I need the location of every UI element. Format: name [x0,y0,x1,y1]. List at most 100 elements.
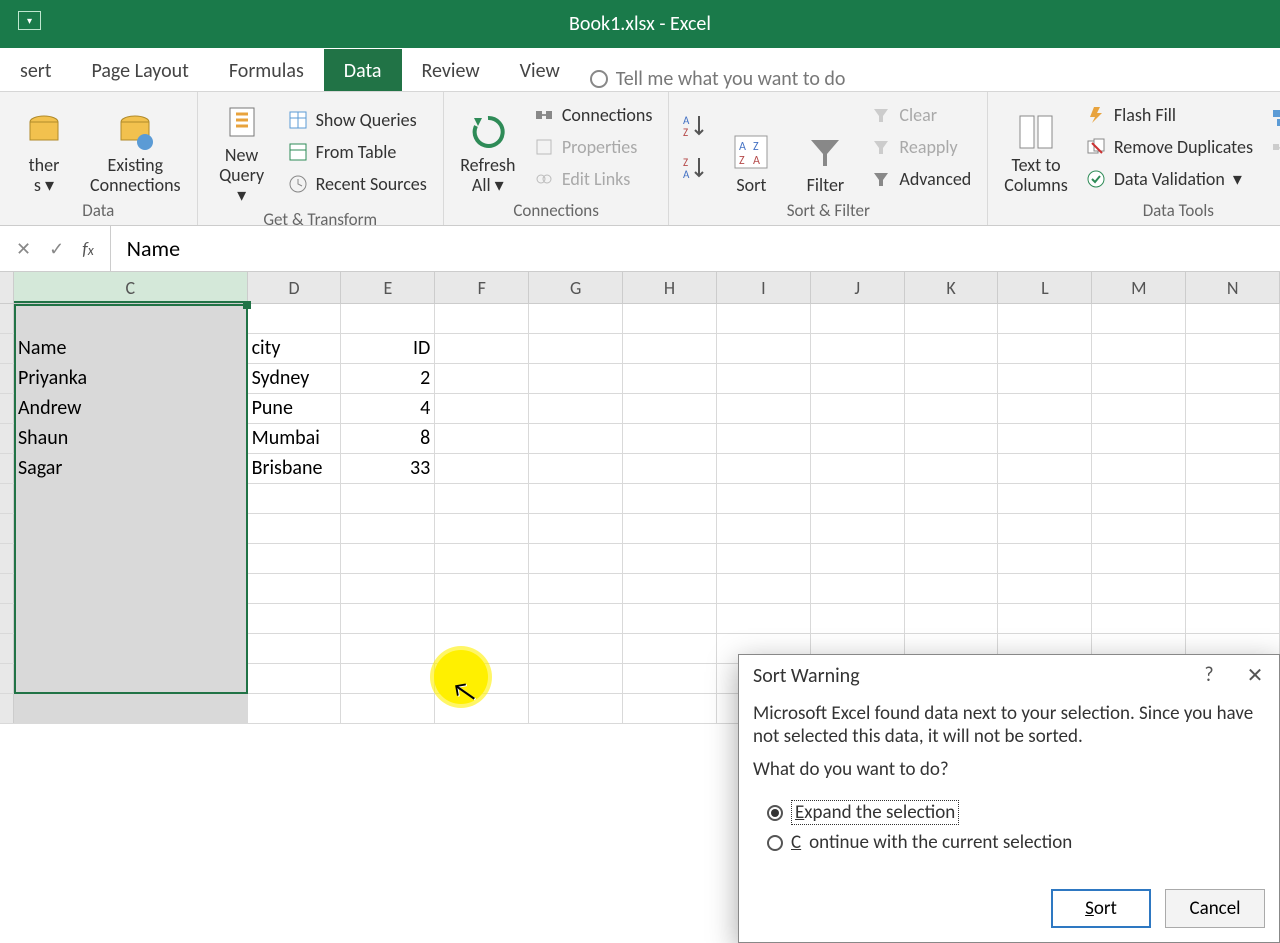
grid-row[interactable] [0,484,1280,514]
cell[interactable] [905,514,999,543]
cell[interactable] [14,544,248,573]
cell[interactable] [341,694,435,723]
sort-button[interactable]: AZZA Sort [719,98,783,196]
tell-me[interactable]: Tell me what you want to do [590,67,846,91]
cell[interactable] [623,514,717,543]
grid-row[interactable]: PriyankaSydney2 [0,364,1280,394]
cell[interactable] [905,334,999,363]
cell[interactable] [435,514,529,543]
col-header-i[interactable]: I [717,272,811,303]
cell[interactable] [623,484,717,513]
cell[interactable] [811,514,905,543]
existing-connections-button[interactable]: Existing Connections [86,98,185,196]
show-queries-button[interactable]: Show Queries [284,107,431,133]
cell[interactable] [1186,424,1280,453]
cell[interactable] [341,604,435,633]
cell[interactable] [905,394,999,423]
cell[interactable] [811,574,905,603]
tab-page-layout[interactable]: Page Layout [71,49,208,91]
cell[interactable] [905,304,999,333]
cell[interactable] [905,574,999,603]
grid-row[interactable] [0,604,1280,634]
cell[interactable] [14,514,248,543]
cell[interactable] [1186,574,1280,603]
cell[interactable] [717,604,811,633]
cell[interactable] [623,364,717,393]
cell[interactable] [1186,484,1280,513]
cell[interactable]: Name [14,334,248,363]
cell[interactable] [435,304,529,333]
cell[interactable] [435,604,529,633]
cell[interactable] [717,454,811,483]
cell[interactable]: city [248,334,342,363]
cell[interactable] [529,634,623,663]
cell[interactable] [1186,454,1280,483]
cell[interactable] [623,304,717,333]
cell[interactable] [1092,574,1186,603]
cell[interactable] [811,484,905,513]
cell[interactable] [435,424,529,453]
cell[interactable] [14,574,248,603]
cell[interactable] [717,334,811,363]
cell[interactable] [529,604,623,633]
cell[interactable] [905,544,999,573]
tab-view[interactable]: View [500,49,580,91]
cell[interactable] [529,484,623,513]
cell[interactable] [905,604,999,633]
cell[interactable] [811,364,905,393]
cell[interactable] [435,364,529,393]
cell[interactable] [717,544,811,573]
cell[interactable]: Andrew [14,394,248,423]
col-header-f[interactable]: F [435,272,529,303]
cell[interactable] [1092,454,1186,483]
col-header-l[interactable]: L [998,272,1092,303]
col-header-c[interactable]: C [14,272,248,303]
cell[interactable] [998,514,1092,543]
cell[interactable]: 2 [341,364,435,393]
cell[interactable] [14,304,248,333]
connections-button[interactable]: Connections [530,102,657,128]
cell[interactable] [14,634,248,663]
selection-handle[interactable] [243,301,251,309]
cell[interactable]: ID [341,334,435,363]
cell[interactable] [1092,334,1186,363]
col-header-m[interactable]: M [1092,272,1186,303]
cell[interactable]: Shaun [14,424,248,453]
grid-row[interactable] [0,304,1280,334]
grid-row[interactable] [0,514,1280,544]
cell[interactable] [341,664,435,693]
cell[interactable] [717,424,811,453]
dialog-help-button[interactable]: ? [1195,663,1223,688]
refresh-all-button[interactable]: Refresh All ▾ [456,98,520,196]
cell[interactable] [623,334,717,363]
remove-duplicates-button[interactable]: Remove Duplicates [1082,134,1257,160]
col-header-n[interactable]: N [1186,272,1280,303]
cell[interactable] [435,394,529,423]
cell[interactable] [248,634,342,663]
cell[interactable] [529,664,623,693]
cell[interactable] [1092,394,1186,423]
dialog-close-button[interactable]: ✕ [1241,663,1269,688]
cell[interactable] [998,394,1092,423]
col-header-g[interactable]: G [529,272,623,303]
cell[interactable] [623,394,717,423]
grid-row[interactable]: SagarBrisbane33 [0,454,1280,484]
cell[interactable] [905,484,999,513]
cell[interactable]: 8 [341,424,435,453]
sort-desc-button[interactable]: ZA [681,154,709,182]
cell[interactable] [717,304,811,333]
other-sources-button[interactable]: ther s ▾ [12,98,76,196]
cell[interactable] [998,424,1092,453]
cell[interactable] [435,484,529,513]
tab-formulas[interactable]: Formulas [209,49,324,91]
cell[interactable] [529,334,623,363]
worksheet[interactable]: C D E F G H I J K L M N NamecityIDPriyan… [0,272,1280,724]
cell[interactable] [1092,604,1186,633]
cell[interactable] [811,424,905,453]
confirm-edit-icon[interactable]: ✓ [49,238,64,260]
cell[interactable] [248,514,342,543]
data-validation-button[interactable]: Data Validation ▾ [1082,166,1257,192]
option-continue[interactable]: Continue with the current selectionConti… [767,828,1265,857]
tab-data[interactable]: Data [324,49,402,91]
cell[interactable] [529,394,623,423]
